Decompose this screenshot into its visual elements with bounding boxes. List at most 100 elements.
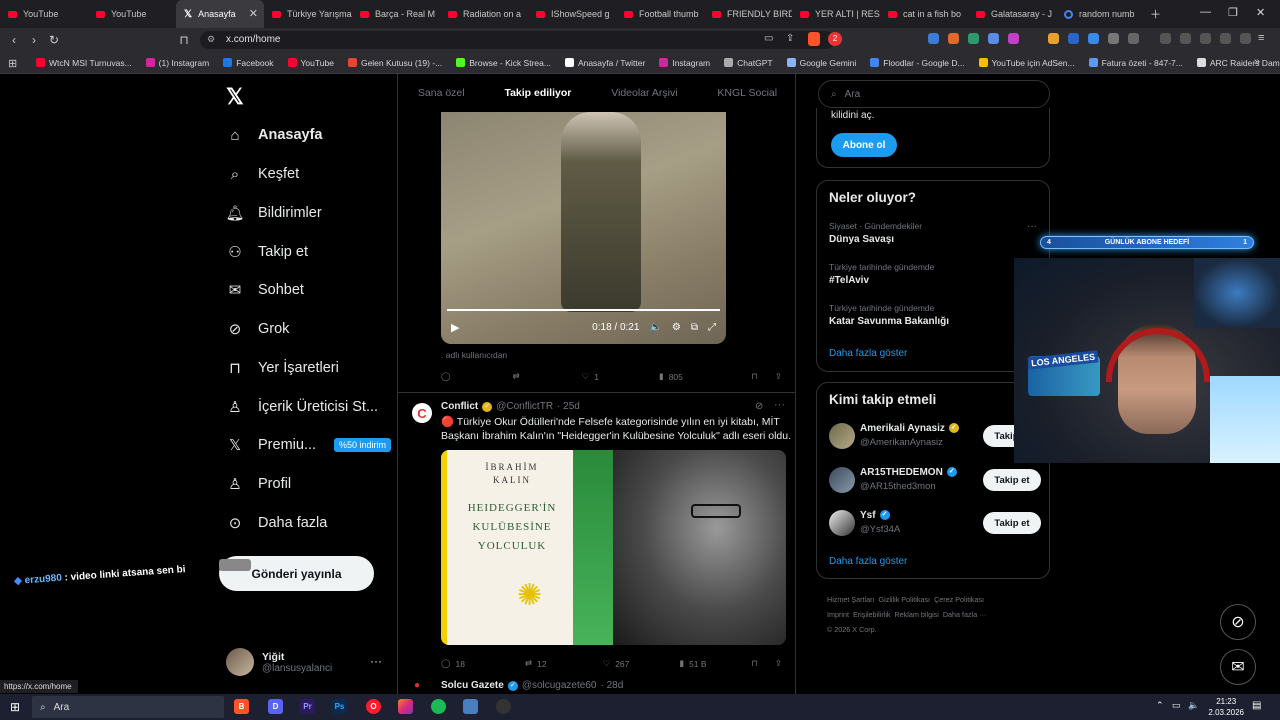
extension-icon-4[interactable] — [988, 33, 999, 44]
footer-link[interactable]: Erişilebilirlik — [853, 610, 891, 619]
follow-button[interactable]: Takip et — [983, 469, 1041, 491]
obs-taskbar-icon[interactable] — [496, 699, 511, 714]
bookmark-button[interactable]: ⊓ — [751, 658, 758, 669]
like-button[interactable]: ♡ 1 — [582, 371, 599, 382]
timeline-tab[interactable]: KNGL Social — [717, 87, 777, 99]
leo-ai-icon[interactable] — [1220, 33, 1231, 44]
browser-tab[interactable]: cat in a fish bo — [880, 0, 968, 28]
suggestion-name[interactable]: AR15THEDEMON ✓ — [860, 467, 957, 478]
post-more-icon[interactable]: ··· — [774, 399, 785, 411]
follow-button[interactable]: Takip et — [983, 512, 1041, 534]
bookmark-item[interactable]: YouTube — [287, 58, 334, 68]
reply-button[interactable]: ◯ — [441, 371, 451, 382]
brave-taskbar-icon[interactable]: B — [234, 699, 249, 714]
follow-suggestion[interactable]: AR15THEDEMON ✓ @AR15thed3mon Takip et — [829, 467, 1041, 497]
author-handle[interactable]: @solcugazete60 — [522, 680, 597, 691]
author-handle[interactable]: @ConflictTR — [496, 401, 553, 412]
bookmark-item[interactable]: WtcN MSI Turnuvas... — [36, 58, 132, 68]
footer-link[interactable]: © 2026 X Corp. — [827, 625, 877, 634]
extension-icon-8[interactable] — [1088, 33, 1099, 44]
bookmark-item[interactable]: Anasayfa / Twitter — [564, 58, 645, 68]
share-icon[interactable]: ⇪ — [786, 33, 794, 44]
nav-item-home[interactable]: ⌂ Anasayfa — [226, 124, 322, 146]
footer-link[interactable]: Daha fazla ··· — [943, 610, 987, 619]
messages-fab[interactable]: ✉ — [1220, 649, 1256, 685]
share-button[interactable]: ⇪ — [775, 371, 782, 382]
apps-grid-icon[interactable]: ⊞ — [8, 57, 17, 70]
wallet-icon[interactable] — [1200, 33, 1211, 44]
extension-icon-7[interactable] — [1068, 33, 1079, 44]
browser-tab[interactable]: random numb — [1056, 0, 1144, 28]
volume-icon[interactable]: 🔈 — [1188, 700, 1199, 711]
extension-icon-9[interactable] — [1108, 33, 1119, 44]
browser-tab[interactable]: 𝕏 Anasayfa ✕ — [176, 0, 264, 28]
footer-link[interactable]: Reklam bilgisi — [895, 610, 939, 619]
bookmark-item[interactable]: ARC Raiders Dam B... — [1196, 58, 1280, 68]
browser-tab[interactable]: FRIENDLY BIRD — [704, 0, 792, 28]
grok-icon[interactable]: ⊘ — [755, 401, 763, 412]
browser-tab[interactable]: YouTube — [88, 0, 176, 28]
trend-item[interactable]: Türkiye tarihinde gündemde #TelAviv — [829, 262, 1039, 286]
views-button[interactable]: ▮ 805 — [659, 371, 683, 382]
play-icon[interactable]: ▶ — [451, 321, 459, 334]
close-window-button[interactable]: ✕ — [1256, 6, 1265, 19]
bookmark-item[interactable]: Fatura özeti - 847-7... — [1088, 58, 1183, 68]
footer-link[interactable]: Çerez Politikası — [934, 595, 984, 604]
timeline-tab[interactable]: Videolar Arşivi — [611, 87, 677, 99]
suggestion-name[interactable]: Ysf ✓ — [860, 510, 890, 521]
url-input[interactable]: x.com/home — [200, 31, 835, 49]
like-button[interactable]: ♡ 267 — [603, 658, 630, 669]
photoshop-taskbar-icon[interactable]: Ps — [332, 699, 347, 714]
follow-suggestion[interactable]: Ysf ✓ @Ysf34A Takip et — [829, 510, 1041, 540]
instagram-taskbar-icon[interactable] — [398, 699, 413, 714]
post[interactable]: C Conflict ✓ @ConflictTR · 25d ⊘ ··· 🔴 T… — [398, 392, 795, 692]
browser-tab[interactable]: Türkiye Yarışma — [264, 0, 352, 28]
nav-item-grok[interactable]: ⊘ Grok — [226, 318, 290, 340]
discord-taskbar-icon[interactable]: D — [268, 699, 283, 714]
browser-tab[interactable]: IShowSpeed g — [528, 0, 616, 28]
browser-tab[interactable]: Galatasaray - J — [968, 0, 1056, 28]
trend-more-icon[interactable]: ··· — [1027, 221, 1037, 232]
browser-tab[interactable]: Football thumb — [616, 0, 704, 28]
avatar[interactable] — [829, 510, 855, 536]
suggestion-name[interactable]: Amerikali Aynasiz ✓ — [860, 423, 959, 434]
nav-item-bookmark[interactable]: ⊓ Yer İşaretleri — [226, 357, 339, 379]
bookmark-item[interactable]: (1) Instagram — [145, 58, 209, 68]
extension-icon-10[interactable] — [1128, 33, 1139, 44]
account-switcher[interactable]: Yiğit @lansusyalanci — [226, 648, 332, 676]
bookmark-button[interactable]: ⊓ — [751, 371, 758, 382]
network-icon[interactable]: ▭ — [1172, 700, 1181, 711]
share-button[interactable]: ⇪ — [775, 658, 782, 669]
cast-icon[interactable]: ▭ — [764, 33, 773, 44]
nav-item-creator[interactable]: ♙ İçerik Üreticisi St... — [226, 396, 378, 418]
browser-tab[interactable]: YouTube — [0, 0, 88, 28]
restore-button[interactable]: ❐ — [1228, 6, 1238, 19]
bookmark-item[interactable]: Facebook — [223, 58, 274, 68]
sidebar-toggle-icon[interactable] — [1180, 33, 1191, 44]
browser-tab[interactable]: Radiation on a — [440, 0, 528, 28]
author-name[interactable]: Conflict — [441, 401, 478, 412]
windows-start-icon[interactable]: ⊞ — [10, 700, 20, 714]
bookmark-item[interactable]: Gelen Kutusu (19) -... — [347, 58, 442, 68]
bookmark-item[interactable]: Google Gemini — [786, 58, 856, 68]
brave-rewards-icon[interactable]: 2 — [828, 32, 842, 46]
repost-button[interactable]: ⇄ — [513, 371, 520, 382]
post-button[interactable]: Gönderi yayınla — [219, 556, 374, 591]
avatar[interactable] — [829, 423, 855, 449]
post-media[interactable]: İBRAHİM KALIN HEIDEGGER'İN KULÜBESİNE YO… — [441, 450, 786, 645]
video-player[interactable]: ▶ 0:18 / 0:21 🔈 ⚙ ⧉ ⤢ — [441, 112, 726, 344]
close-tab-icon[interactable]: ✕ — [249, 7, 258, 20]
volume-icon[interactable]: 🔈 — [649, 322, 661, 333]
video-progress-bar[interactable] — [447, 309, 720, 311]
nav-item-person-add[interactable]: ⚇ Takip et — [226, 241, 308, 263]
nav-item-search[interactable]: ⌕ Keşfet — [226, 163, 299, 185]
repost-button[interactable]: ⇄ 12 — [525, 658, 547, 669]
forward-button[interactable]: › — [24, 33, 44, 47]
timeline-tab[interactable]: Sana özel — [418, 87, 465, 99]
tray-overflow-icon[interactable]: ⌃ — [1156, 700, 1164, 711]
browser-tab[interactable]: Barça - Real M — [352, 0, 440, 28]
bookmark-item[interactable]: Floodlar - Google D... — [870, 58, 965, 68]
grok-fab[interactable]: ⊘ — [1220, 604, 1256, 640]
nav-item-mail[interactable]: ✉ Sohbet — [226, 279, 304, 301]
footer-link[interactable]: Hizmet Şartları — [827, 595, 875, 604]
